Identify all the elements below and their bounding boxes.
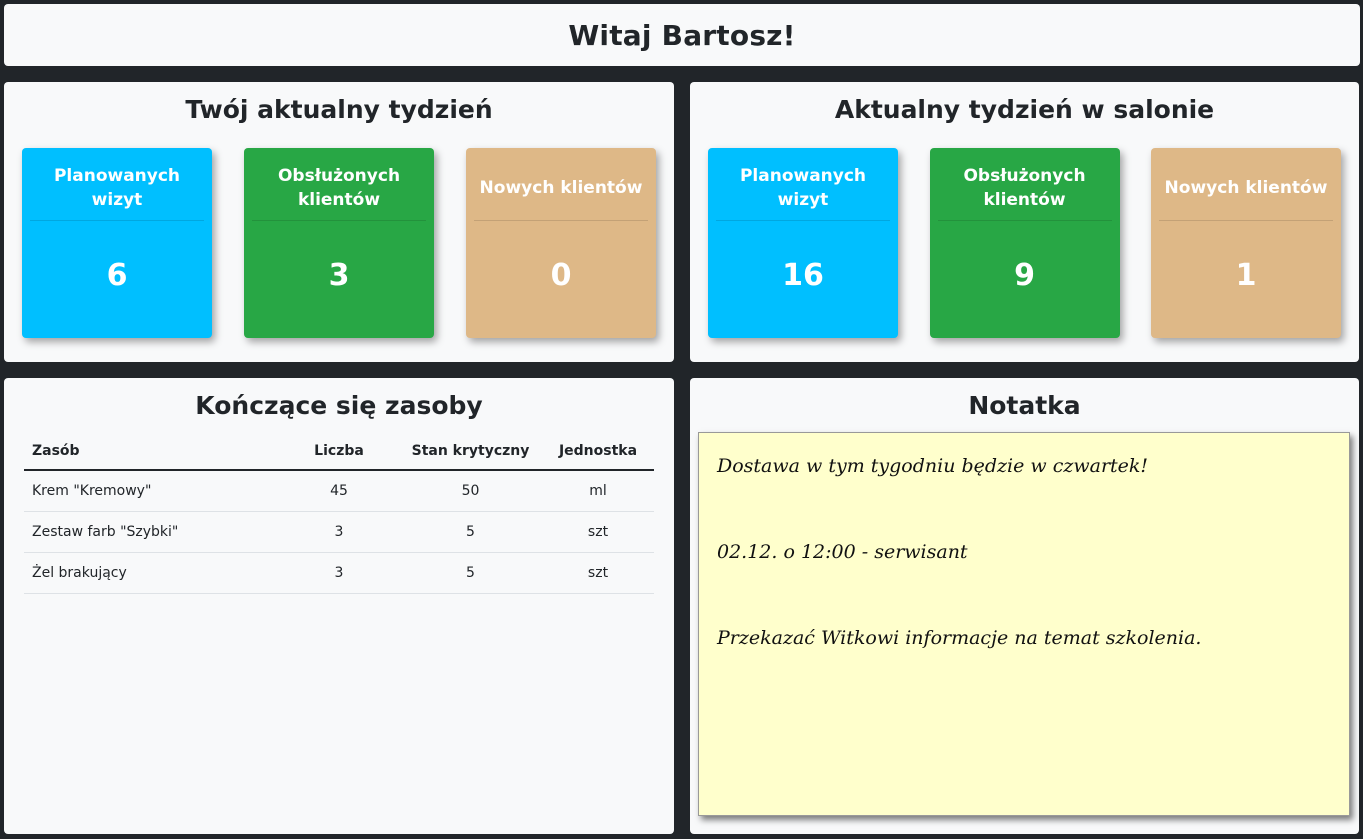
card-label: Planowanych wizyt xyxy=(30,148,204,221)
column-header-count: Liczba xyxy=(279,432,399,471)
resource-count: 3 xyxy=(279,511,399,553)
resource-count: 3 xyxy=(279,552,399,594)
card-label: Obsłużonych klientów xyxy=(937,148,1112,221)
note-panel: Notatka Dostawa w tym tygodniu będzie w … xyxy=(690,378,1359,834)
salon-served-clients-card: Obsłużonych klientów 9 xyxy=(929,148,1120,338)
my-week-title: Twój aktualny tydzień xyxy=(185,95,493,124)
column-header-unit: Jednostka xyxy=(542,432,654,471)
resource-critical: 5 xyxy=(399,511,542,553)
my-planned-visits-card: Planowanych wizyt 6 xyxy=(22,148,212,338)
card-value: 0 xyxy=(550,258,572,293)
salon-week-title: Aktualny tydzień w salonie xyxy=(834,95,1215,124)
card-label: Nowych klientów xyxy=(1159,148,1333,221)
my-served-clients-card: Obsłużonych klientów 3 xyxy=(244,148,434,338)
resources-panel: Kończące się zasoby Zasób Liczba Stan kr… xyxy=(4,378,674,834)
card-value: 6 xyxy=(106,258,128,293)
card-value: 1 xyxy=(1235,258,1257,293)
my-week-panel: Twój aktualny tydzień Planowanych wizyt … xyxy=(4,82,674,362)
resource-name: Żel brakujący xyxy=(24,552,279,594)
salon-new-clients-card: Nowych klientów 1 xyxy=(1151,148,1341,338)
card-value: 16 xyxy=(782,258,824,293)
card-value: 3 xyxy=(328,258,350,293)
resource-count: 45 xyxy=(279,470,399,512)
card-label: Planowanych wizyt xyxy=(716,148,890,221)
column-header-critical: Stan krytyczny xyxy=(399,432,542,471)
greeting-title: Witaj Bartosz! xyxy=(568,18,796,52)
table-row: Krem "Kremowy" 45 50 ml xyxy=(24,470,654,512)
welcome-header: Witaj Bartosz! xyxy=(4,4,1360,66)
salon-week-cards: Planowanych wizyt 16 Obsłużonych klientó… xyxy=(708,148,1341,338)
table-row: Zestaw farb "Szybki" 3 5 szt xyxy=(24,511,654,553)
card-value: 9 xyxy=(1014,258,1035,293)
table-row: Żel brakujący 3 5 szt xyxy=(24,552,654,594)
note-line: 02.12. o 12:00 - serwisant xyxy=(717,541,968,563)
card-label: Nowych klientów xyxy=(474,148,648,221)
my-new-clients-card: Nowych klientów 0 xyxy=(466,148,656,338)
resource-critical: 50 xyxy=(399,470,542,512)
salon-planned-visits-card: Planowanych wizyt 16 xyxy=(708,148,898,338)
resource-unit: szt xyxy=(542,552,654,594)
resources-table: Zasób Liczba Stan krytyczny Jednostka Kr… xyxy=(24,432,654,594)
column-header-resource: Zasób xyxy=(24,432,279,471)
table-header-row: Zasób Liczba Stan krytyczny Jednostka xyxy=(24,432,654,471)
resource-name: Krem "Kremowy" xyxy=(24,470,279,512)
note-title: Notatka xyxy=(968,391,1081,420)
my-week-cards: Planowanych wizyt 6 Obsłużonych klientów… xyxy=(22,148,656,338)
resource-critical: 5 xyxy=(399,552,542,594)
resource-unit: ml xyxy=(542,470,654,512)
resource-name: Zestaw farb "Szybki" xyxy=(24,511,279,553)
note-line: Przekazać Witkowi informacje na temat sz… xyxy=(717,627,1202,649)
resource-unit: szt xyxy=(542,511,654,553)
note-line: Dostawa w tym tygodniu będzie w czwartek… xyxy=(717,455,1149,477)
card-label: Obsłużonych klientów xyxy=(252,148,426,221)
sticky-note[interactable]: Dostawa w tym tygodniu będzie w czwartek… xyxy=(698,432,1350,816)
resources-title: Kończące się zasoby xyxy=(195,391,483,420)
salon-week-panel: Aktualny tydzień w salonie Planowanych w… xyxy=(690,82,1359,362)
